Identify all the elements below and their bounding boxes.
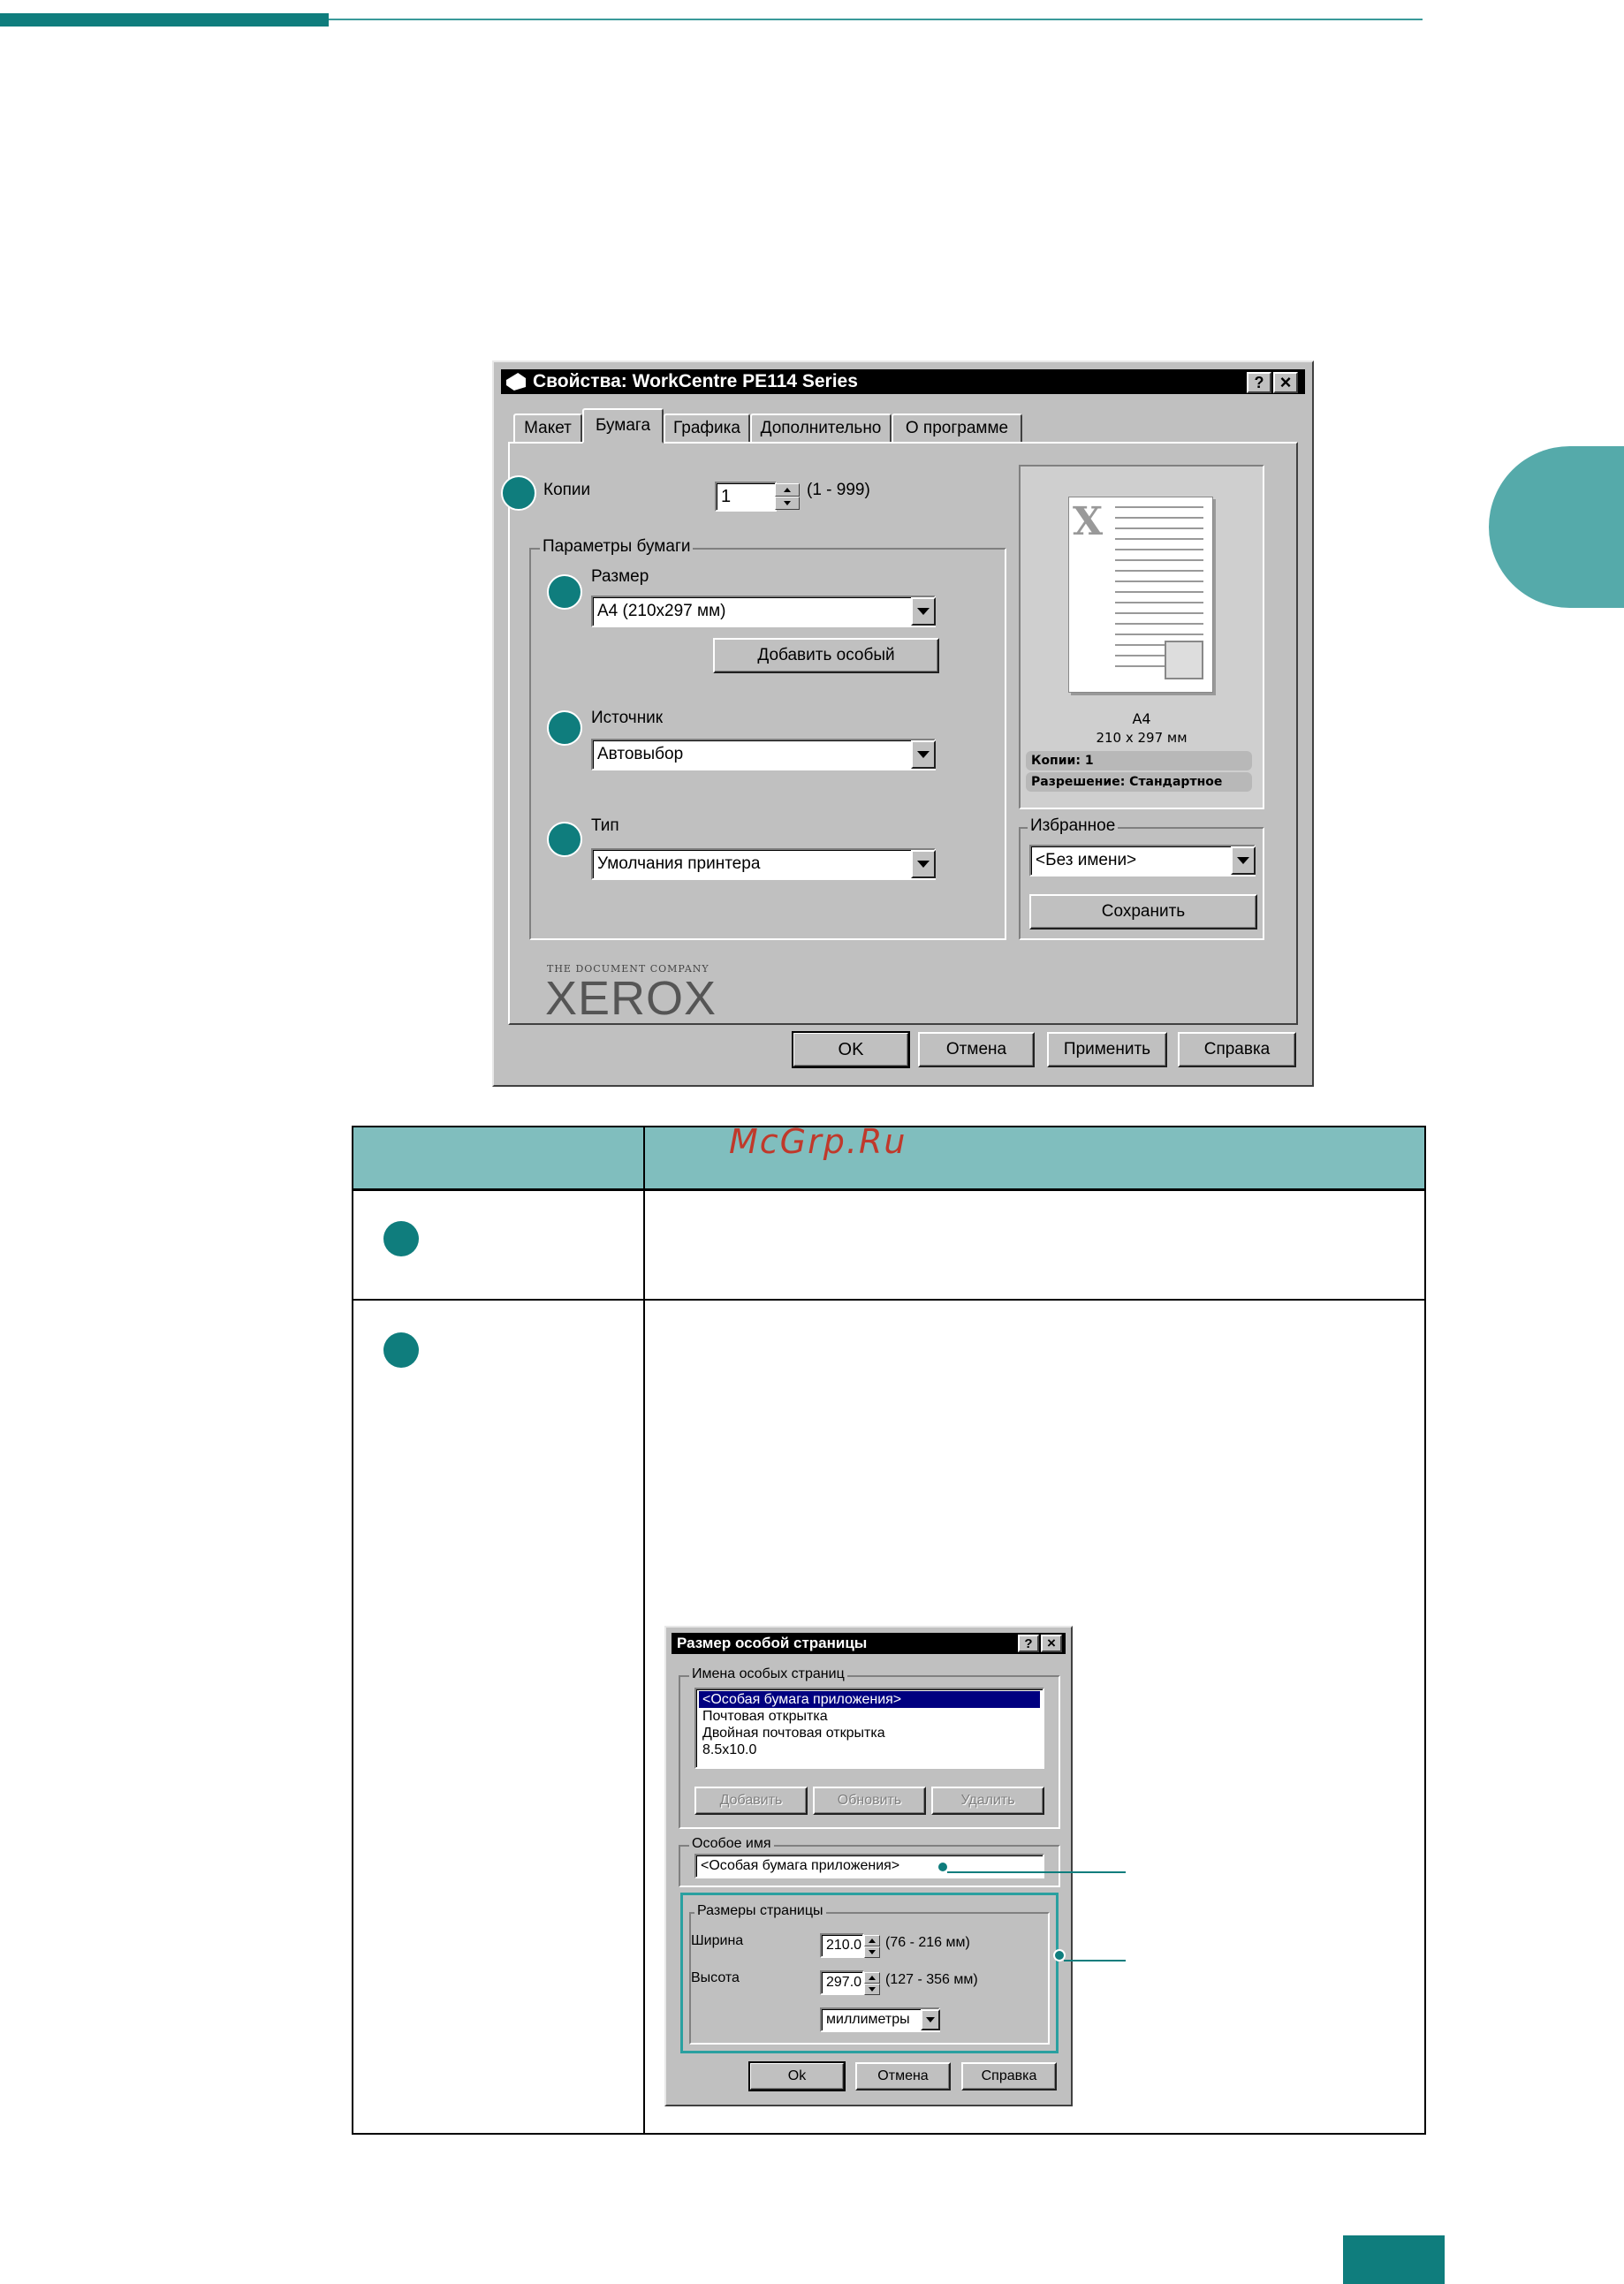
height-spinner[interactable] (864, 1972, 880, 1995)
size-select[interactable]: A4 (210x297 мм) (591, 596, 936, 627)
list-item[interactable]: Двойная почтовая открытка (699, 1725, 1040, 1741)
chapter-tab (1489, 446, 1624, 608)
copies-input[interactable]: 1 (715, 482, 777, 512)
custom-names-list[interactable]: <Особая бумага приложения> Почтовая откр… (694, 1688, 1044, 1769)
custom-close-button[interactable]: × (1041, 1635, 1062, 1652)
tab-advanced[interactable]: Дополнительно (750, 414, 892, 442)
callout-3 (547, 710, 582, 746)
table-row-divider (352, 1189, 1426, 1191)
header-rule-thin (329, 19, 1423, 20)
save-button[interactable]: Сохранить (1029, 894, 1257, 930)
favorites-select[interactable]: <Без имени> (1029, 845, 1256, 876)
size-label: Размер (591, 567, 649, 586)
height-range: (127 - 356 мм) (885, 1972, 978, 1987)
preview-resolution: Разрешение: Стандартное (1026, 772, 1252, 792)
width-spinner[interactable] (864, 1935, 880, 1958)
chevron-down-icon[interactable] (921, 2009, 940, 2030)
width-input[interactable]: 210.0 (820, 1933, 864, 1958)
custom-names-label: Имена особых страниц (689, 1666, 847, 1682)
pointer-line-page-sizes (1064, 1960, 1126, 1962)
pointer-line-custom-name (947, 1871, 1126, 1873)
printer-icon (506, 373, 526, 391)
table-col-divider (643, 1126, 645, 2135)
custom-help-button[interactable]: ? (1018, 1635, 1039, 1652)
dialog-titlebar: Свойства: WorkCentre PE114 Series (501, 369, 1305, 394)
preview-paper-dims: 210 x 297 мм (1096, 730, 1188, 746)
source-label: Источник (591, 709, 664, 727)
xerox-x-icon: X (1073, 499, 1104, 544)
page-sizes-label: Размеры страницы (694, 1903, 826, 1919)
paper-preview-sheet: X (1068, 497, 1213, 693)
tab-about[interactable]: О программе (892, 414, 1022, 442)
paper-params-label: Параметры бумаги (540, 537, 694, 557)
list-item[interactable]: 8.5x10.0 (699, 1741, 1040, 1758)
custom-cancel-button[interactable]: Отмена (855, 2062, 951, 2091)
table-left-border (352, 1126, 353, 2135)
custom-dialog-title: Размер особой страницы (677, 1635, 868, 1651)
watermark: McGrp.Ru (729, 1122, 907, 1161)
custom-update-button[interactable]: Обновить (813, 1787, 926, 1815)
paper-preview-panel: X A4 210 x 297 мм Копии: 1 Разрешение: С… (1019, 465, 1264, 809)
source-select[interactable]: Автовыбор (591, 739, 936, 770)
height-input[interactable]: 297.0 (820, 1970, 864, 1995)
dialog-title: Свойства: WorkCentre PE114 Series (533, 371, 858, 391)
table-row-marker-1 (383, 1221, 419, 1256)
custom-help-button-bottom[interactable]: Справка (961, 2062, 1057, 2091)
preview-copies: Копии: 1 (1026, 751, 1252, 770)
favorites-label: Избранное (1028, 816, 1119, 836)
callout-2 (547, 574, 582, 610)
help-button-bottom[interactable]: Справка (1178, 1032, 1296, 1067)
copies-range: (1 - 999) (807, 481, 870, 499)
height-label: Высота (691, 1970, 740, 1985)
custom-delete-button[interactable]: Удалить (931, 1787, 1044, 1815)
chevron-down-icon[interactable] (911, 740, 936, 769)
custom-dialog-titlebar: Размер особой страницы (672, 1633, 1066, 1654)
type-label: Тип (591, 816, 619, 835)
xerox-logo: XEROX (545, 972, 717, 1025)
custom-name-input[interactable]: <Особая бумага приложения> (694, 1854, 1044, 1878)
cancel-button[interactable]: Отмена (918, 1032, 1035, 1067)
close-button[interactable]: × (1273, 371, 1298, 393)
add-custom-button[interactable]: Добавить особый (713, 638, 939, 673)
width-label: Ширина (691, 1933, 744, 1948)
width-range: (76 - 216 мм) (885, 1935, 970, 1950)
copies-spinner[interactable] (775, 483, 800, 510)
chevron-down-icon[interactable] (911, 597, 936, 626)
list-item[interactable]: <Особая бумага приложения> (699, 1691, 1040, 1708)
table-bottom-border (352, 2133, 1426, 2135)
apply-button[interactable]: Применить (1047, 1032, 1167, 1067)
table-right-border (1424, 1126, 1426, 2135)
tab-paper[interactable]: Бумага (582, 408, 664, 444)
chevron-down-icon[interactable] (911, 850, 936, 878)
printer-properties-dialog: Свойства: WorkCentre PE114 Series ? × Ма… (492, 360, 1314, 1087)
custom-add-button[interactable]: Добавить (694, 1787, 808, 1815)
chart-thumbnail-icon (1165, 641, 1203, 679)
custom-ok-button[interactable]: Ok (748, 2061, 846, 2091)
tab-graphics[interactable]: Графика (664, 414, 750, 442)
custom-size-dialog: Размер особой страницы ? × Имена особых … (664, 1626, 1073, 2106)
chevron-down-icon[interactable] (1231, 846, 1256, 875)
page-number-tab (1343, 2235, 1445, 2284)
tab-layout[interactable]: Макет (513, 414, 582, 442)
help-button[interactable]: ? (1247, 372, 1271, 393)
preview-paper-name: A4 (1132, 710, 1151, 727)
table-row-marker-2 (383, 1332, 419, 1368)
callout-4 (547, 822, 582, 857)
table-row-divider (352, 1299, 1426, 1301)
type-select[interactable]: Умолчания принтера (591, 848, 936, 880)
copies-label: Копии (543, 481, 591, 499)
custom-name-label: Особое имя (689, 1836, 774, 1852)
callout-1 (501, 475, 536, 511)
ok-button[interactable]: OK (792, 1031, 910, 1068)
list-item[interactable]: Почтовая открытка (699, 1708, 1040, 1725)
header-rule-thick (0, 13, 329, 27)
